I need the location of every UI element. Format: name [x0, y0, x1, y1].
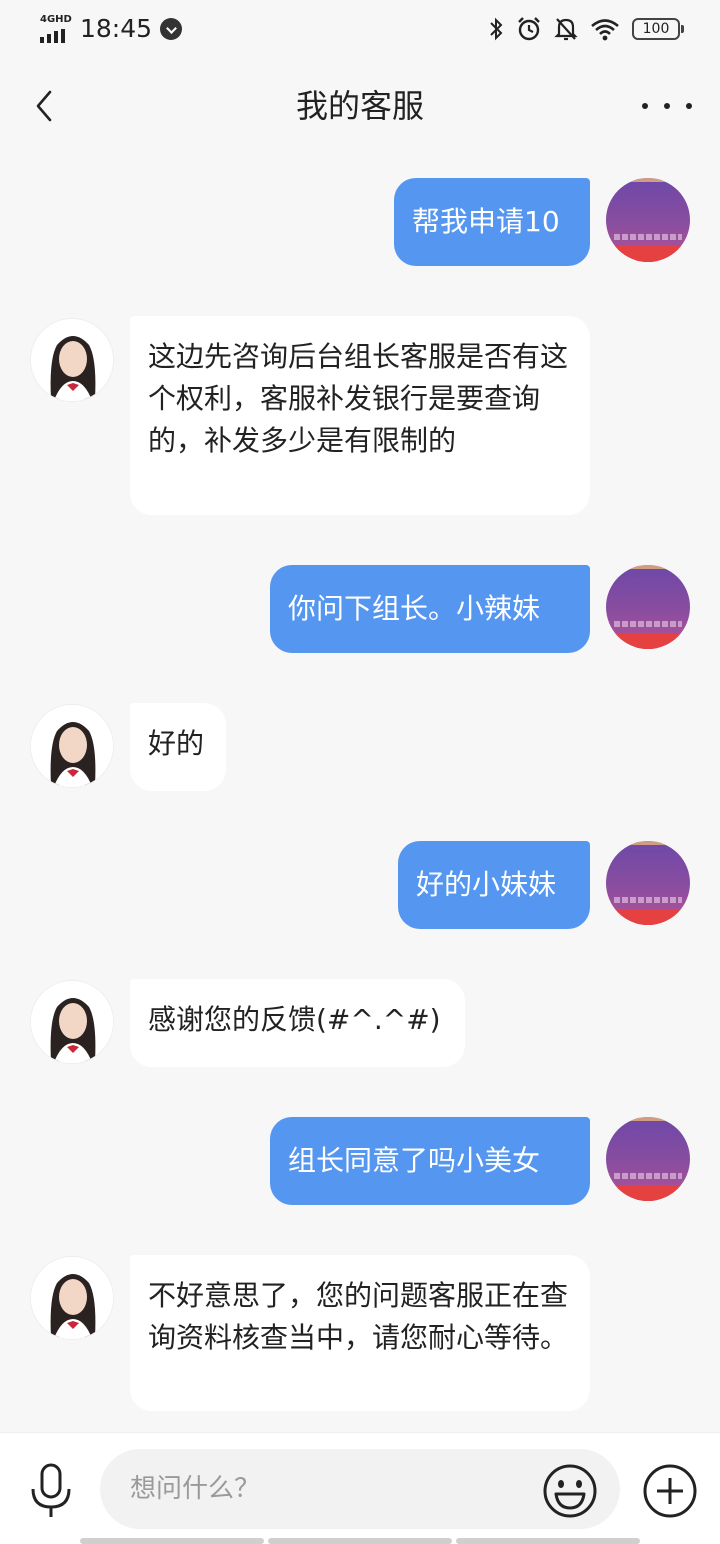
emoji-button[interactable] — [542, 1463, 598, 1519]
voice-button[interactable] — [28, 1463, 74, 1519]
wifi-icon — [591, 19, 619, 41]
agent-avatar-icon — [31, 981, 113, 1063]
more-icon — [642, 103, 648, 109]
user-avatar[interactable] — [606, 1117, 690, 1201]
message-text: 你问下组长。小辣妹 — [288, 592, 541, 625]
add-button[interactable] — [642, 1463, 698, 1519]
message-text: 好的 — [148, 727, 205, 760]
emoji-icon — [543, 1464, 597, 1518]
notification-icon — [160, 18, 183, 40]
more-button[interactable] — [642, 86, 692, 126]
input-bar: 想问什么？ — [0, 1432, 720, 1544]
agent-avatar-icon — [31, 705, 113, 787]
message-input-placeholder: 想问什么？ — [130, 1474, 261, 1504]
user-avatar[interactable] — [606, 565, 690, 649]
home-indicator — [80, 1538, 640, 1544]
agent-avatar[interactable] — [30, 704, 114, 788]
status-bar: 4GHD 18:45 100 — [0, 0, 720, 56]
message-text: 感谢您的反馈(#^.^#) — [148, 1003, 441, 1036]
user-message[interactable]: 好的小妹妹 — [398, 841, 590, 929]
agent-avatar-icon — [31, 319, 113, 401]
agent-message[interactable]: 感谢您的反馈(#^.^#) — [130, 979, 465, 1067]
page-title: 我的客服 — [295, 87, 424, 125]
agent-message[interactable]: 这边先咨询后台组长客服是否有这个权利，客服补发银行是要查询的，补发多少是有限制的 — [130, 316, 590, 515]
agent-message[interactable]: 好的 — [130, 703, 226, 791]
user-message[interactable]: 帮我申请10 — [394, 178, 590, 266]
alarm-icon — [518, 17, 540, 41]
agent-avatar[interactable] — [30, 1256, 114, 1340]
mute-icon — [554, 18, 578, 41]
bluetooth-icon — [490, 17, 503, 41]
microphone-icon — [31, 1463, 71, 1517]
plus-icon — [643, 1464, 697, 1518]
battery-icon: 100 — [632, 18, 684, 40]
agent-avatar-icon — [31, 1257, 113, 1339]
user-avatar[interactable] — [606, 178, 690, 262]
user-message[interactable]: 你问下组长。小辣妹 — [270, 565, 590, 653]
message-text: 不好意思了，您的问题客服正在查询资料核查当中，请您耐心等待。 — [148, 1279, 569, 1354]
message-text: 组长同意了吗小美女 — [288, 1144, 541, 1177]
cellular-signal-icon: 4GHD — [40, 15, 72, 43]
battery-level: 100 — [642, 21, 670, 37]
message-text: 这边先咨询后台组长客服是否有这个权利，客服补发银行是要查询的，补发多少是有限制的 — [148, 340, 569, 457]
agent-avatar[interactable] — [30, 318, 114, 402]
agent-message[interactable]: 不好意思了，您的问题客服正在查询资料核查当中，请您耐心等待。 — [130, 1255, 590, 1411]
agent-avatar[interactable] — [30, 980, 114, 1064]
status-time: 18:45 — [80, 14, 153, 43]
user-avatar[interactable] — [606, 841, 690, 925]
message-text: 帮我申请10 — [412, 205, 560, 238]
nav-bar: 我的客服 — [0, 64, 720, 148]
message-text: 好的小妹妹 — [416, 868, 557, 901]
user-message[interactable]: 组长同意了吗小美女 — [270, 1117, 590, 1205]
network-type: 4GHD — [40, 14, 72, 25]
